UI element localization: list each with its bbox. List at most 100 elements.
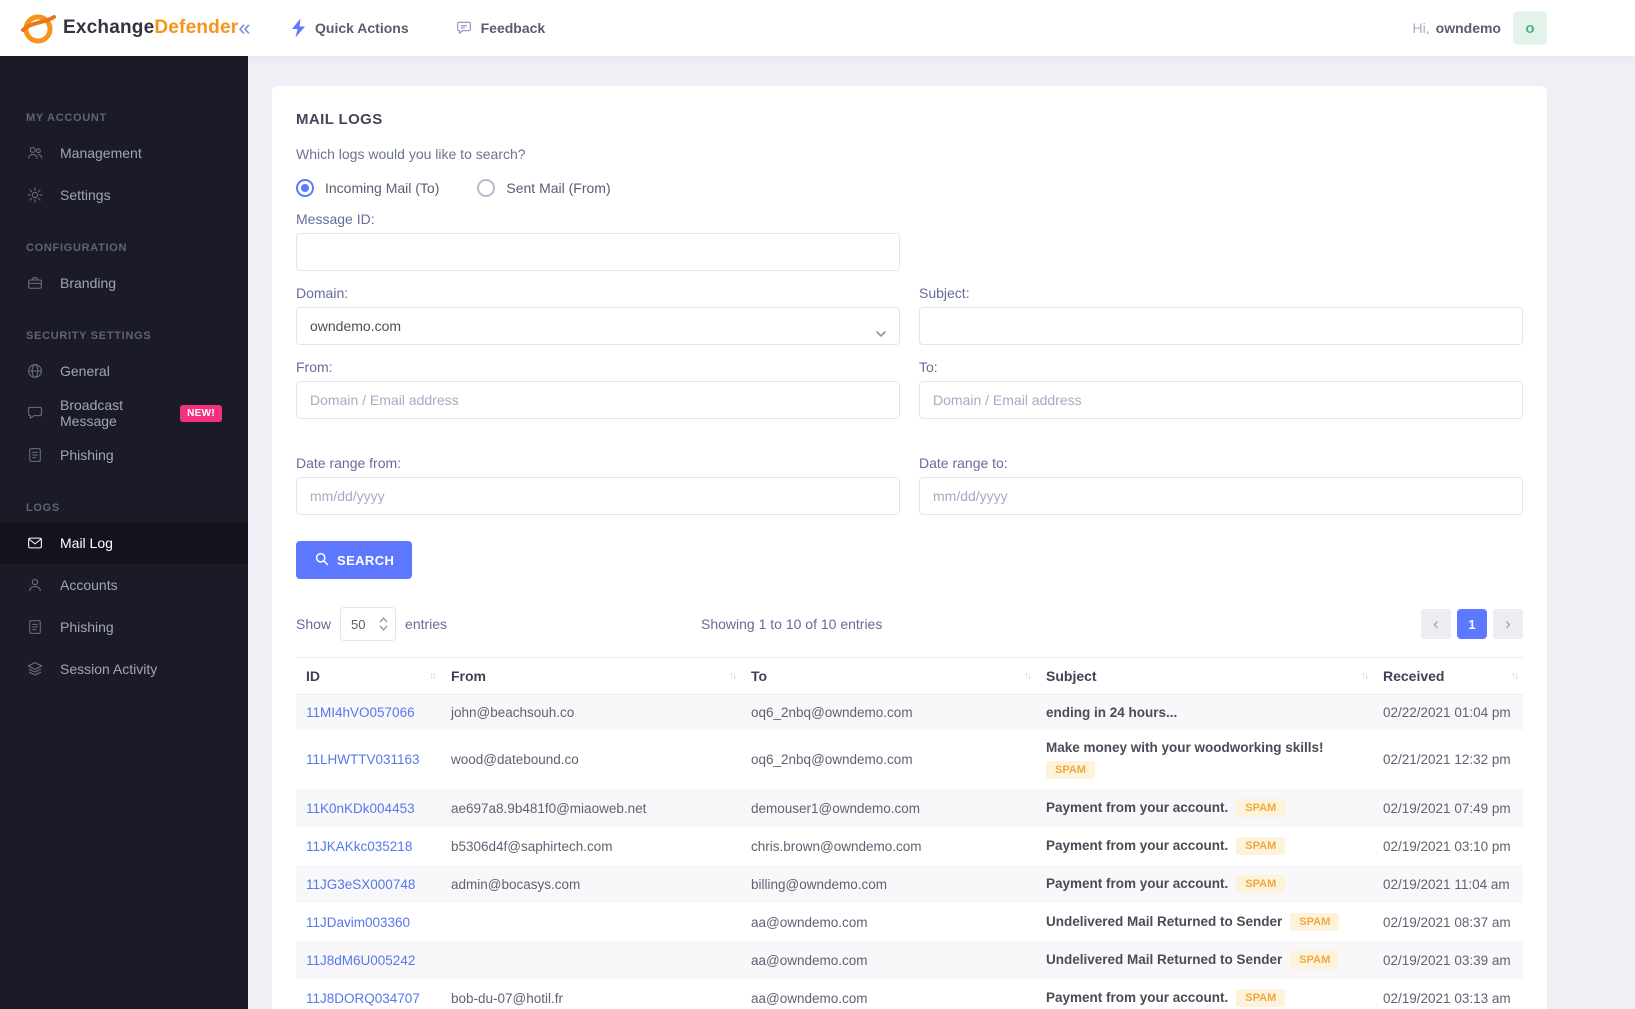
subject-text: Make money with your woodworking skills! — [1046, 740, 1324, 755]
cell-to: aa@owndemo.com — [751, 914, 868, 930]
cell-to: chris.brown@owndemo.com — [751, 838, 922, 854]
pagination: ‹ 1 › — [1421, 609, 1523, 639]
cell-from: john@beachsouh.co — [441, 694, 741, 730]
next-page-button[interactable]: › — [1493, 609, 1523, 639]
spam-badge: SPAM — [1236, 837, 1286, 855]
list-controls: Show 50 entries Showing 1 to 10 of 10 en… — [296, 607, 1523, 641]
cell-to: demouser1@owndemo.com — [741, 789, 1036, 827]
user-menu[interactable]: Hi, owndemo o — [1413, 11, 1635, 45]
message-id-link[interactable]: 11JKAKkc035218 — [306, 839, 412, 854]
radio-sent-mail[interactable]: Sent Mail (From) — [477, 179, 611, 197]
date-from-input[interactable] — [296, 477, 900, 515]
to-label: To: — [919, 359, 938, 375]
from-input[interactable] — [296, 381, 900, 419]
avatar[interactable]: o — [1513, 11, 1547, 45]
sidebar-item-settings[interactable]: Settings — [0, 174, 248, 216]
cell-from: ae697a8.9b481f0@miaoweb.net — [441, 789, 741, 827]
sidebar-collapse-icon[interactable]: « — [238, 17, 250, 39]
domain-select[interactable]: owndemo.com — [296, 307, 900, 345]
prev-page-button[interactable]: ‹ — [1421, 609, 1451, 639]
header-to[interactable]: To ↑↓ — [741, 657, 1036, 695]
cell-to: billing@owndemo.com — [741, 865, 1036, 903]
message-id-input[interactable] — [296, 233, 900, 271]
radio-label: Incoming Mail (To) — [325, 180, 440, 196]
mail-table-body: 11MI4hVO057066 john@beachsouh.co oq6_2nbq@… — [296, 694, 1523, 1009]
showing-info: Showing 1 to 10 of 10 entries — [701, 616, 883, 632]
main-content: MAIL LOGS Which logs would you like to s… — [248, 0, 1635, 1009]
orange-sphere-logo-icon — [20, 10, 56, 46]
radio-incoming-mail[interactable]: Incoming Mail (To) — [296, 179, 439, 197]
page-size-select[interactable]: 50 — [340, 607, 397, 641]
message-id-link[interactable]: 11JDavim003360 — [306, 915, 410, 930]
cell-subject: Payment from your account. SPAM — [1036, 979, 1373, 1009]
subject-input[interactable] — [919, 307, 1523, 345]
message-id-link[interactable]: 11K0nKDk004453 — [306, 801, 415, 816]
page-title: MAIL LOGS — [296, 111, 383, 128]
feedback-button[interactable]: Feedback — [455, 19, 546, 37]
message-id-link[interactable]: 11J8DORQ034707 — [306, 991, 420, 1006]
cell-to: oq6_2nbq@owndemo.com — [741, 694, 1036, 730]
sidebar-section-logs: LOGS — [26, 502, 60, 514]
message-id-link[interactable]: 11J8dM6U005242 — [306, 953, 415, 968]
from-label: From: — [296, 359, 333, 375]
sidebar-item-general[interactable]: General — [0, 350, 248, 392]
cell-from: admin@bocasys.com — [441, 865, 741, 903]
cell-subject: Payment from your account. SPAM — [1036, 827, 1373, 865]
sidebar-item-session-activity[interactable]: Session Activity — [0, 648, 248, 690]
mail-log-table: ID ↑↓ From ↑↓ To ↑↓ Subject ↑↓ Received ↑↓ 11… — [296, 657, 1523, 1009]
sidebar-item-phishing-log[interactable]: Phishing — [0, 606, 248, 648]
spam-badge: SPAM — [1290, 913, 1340, 931]
sidebar-item-management[interactable]: Management — [0, 132, 248, 174]
table-row: 11JG3eSX000748 admin@bocasys.com billing@o… — [296, 865, 1523, 903]
sidebar-item-label: General — [60, 363, 110, 379]
sidebar-item-phishing-security[interactable]: Phishing — [0, 434, 248, 476]
cell-received: 02/19/2021 03:10 pm — [1383, 838, 1511, 854]
subject-text: Payment from your account. — [1046, 838, 1229, 853]
topbar: ExchangeDefender « Quick Actions Feedbac… — [0, 0, 1635, 56]
sidebar-item-mail-log[interactable]: Mail Log — [0, 522, 248, 564]
cell-id: 11MI4hVO057066 — [296, 694, 441, 730]
chat-bubble-icon — [455, 19, 473, 37]
quick-actions-label: Quick Actions — [315, 20, 409, 36]
sidebar-section-my-account: MY ACCOUNT — [26, 112, 107, 124]
subject-text: Payment from your account. — [1046, 800, 1229, 815]
sidebar-item-branding[interactable]: Branding — [0, 262, 248, 304]
header-received[interactable]: Received ↑↓ — [1373, 657, 1523, 695]
sidebar-section-configuration: CONFIGURATION — [26, 242, 128, 254]
briefcase-icon — [28, 277, 42, 289]
page-size-value: 50 — [351, 616, 366, 632]
quick-actions-button[interactable]: Quick Actions — [290, 18, 409, 38]
sidebar-item-label: Broadcast Message — [60, 397, 124, 429]
spam-badge: SPAM — [1236, 799, 1286, 817]
date-to-input[interactable] — [919, 477, 1523, 515]
message-id-link[interactable]: 11JG3eSX000748 — [306, 877, 415, 892]
sidebar-item-accounts[interactable]: Accounts — [0, 564, 248, 606]
document-lines-icon — [29, 620, 41, 634]
sidebar-item-broadcast-message[interactable]: Broadcast Message NEW! — [0, 392, 248, 434]
search-button[interactable]: SEARCH — [296, 541, 413, 579]
to-input[interactable] — [919, 381, 1523, 419]
brand-name: ExchangeDefender — [63, 17, 239, 38]
subject-text: Undelivered Mail Returned to Sender — [1046, 914, 1283, 929]
feedback-label: Feedback — [480, 20, 546, 36]
page-1-button[interactable]: 1 — [1457, 609, 1487, 639]
brand: ExchangeDefender « — [0, 10, 251, 46]
cell-subject: Payment from your account. SPAM — [1036, 865, 1373, 903]
message-id-link[interactable]: 11MI4hVO057066 — [306, 705, 415, 720]
lightning-bolt-icon — [290, 18, 307, 38]
cell-from: b5306d4f@saphirtech.com — [451, 838, 613, 854]
magnifier-icon — [314, 551, 329, 569]
spam-badge: SPAM — [1236, 875, 1286, 893]
sort-icon: ↑↓ — [1024, 670, 1032, 682]
subject-text: Payment from your account. — [1046, 990, 1229, 1005]
globe-icon — [28, 364, 42, 378]
spam-badge: SPAM — [1236, 989, 1286, 1007]
header-subject[interactable]: Subject ↑↓ — [1036, 657, 1373, 695]
message-id-link[interactable]: 11LHWTTV031163 — [306, 752, 420, 767]
cell-subject: ending in 24 hours... — [1036, 694, 1373, 730]
cell-subject: Undelivered Mail Returned to Sender SPAM — [1036, 941, 1373, 979]
header-id[interactable]: ID ↑↓ — [296, 657, 441, 695]
cell-id: 11JDavim003360 — [296, 903, 441, 941]
header-from[interactable]: From ↑↓ — [441, 657, 741, 695]
subject-text: ending in 24 hours... — [1046, 705, 1178, 720]
